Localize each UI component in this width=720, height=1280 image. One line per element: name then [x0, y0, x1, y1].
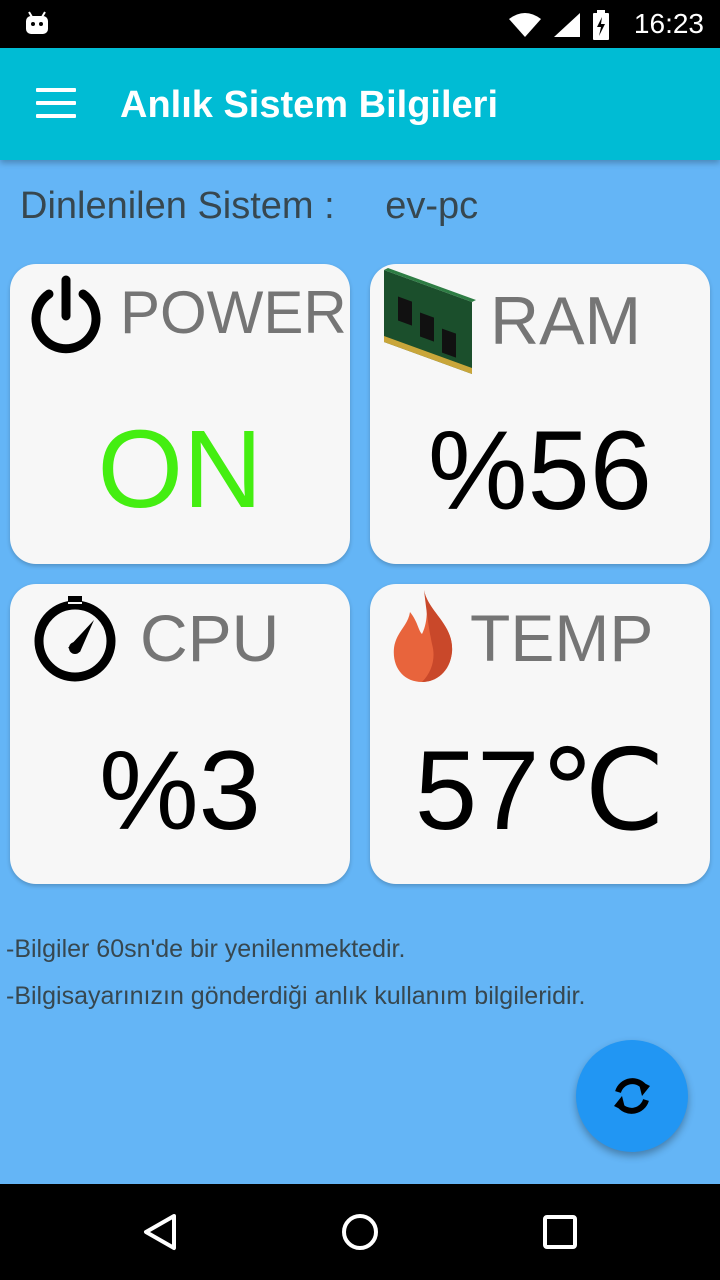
system-info-row: Dinlenilen Sistem : ev-pc [20, 185, 478, 228]
temp-card: TEMP 57℃ [370, 584, 710, 884]
temp-label: TEMP [470, 601, 654, 675]
ram-module-icon [384, 268, 476, 374]
power-value: ON [97, 408, 263, 531]
cpu-label: CPU [140, 601, 280, 675]
power-label: POWER [120, 279, 347, 346]
cpu-value: %3 [99, 728, 261, 853]
signal-icon [554, 13, 580, 37]
status-time: 16:23 [633, 8, 704, 39]
note-refresh-interval: -Bilgiler 60sn'de bir yenilenmektedir. [6, 935, 406, 963]
recents-icon[interactable] [542, 1212, 578, 1252]
menu-icon[interactable] [36, 88, 76, 118]
wifi-icon [509, 13, 541, 37]
refresh-icon [614, 1078, 650, 1114]
ram-label: RAM [490, 283, 642, 359]
temp-value: 57℃ [414, 728, 666, 853]
cpu-card: CPU %3 [10, 584, 350, 884]
page-title: Anlık Sistem Bilgileri [120, 84, 498, 126]
refresh-button[interactable] [576, 1040, 688, 1152]
android-icon [26, 11, 48, 34]
system-name: ev-pc [385, 185, 479, 227]
gauge-icon [34, 596, 116, 682]
ram-value: %56 [427, 408, 653, 533]
info-notes: -Bilgiler 60sn'de bir yenilenmektedir. -… [6, 935, 585, 1029]
flame-icon [393, 590, 453, 682]
app-bar: Anlık Sistem Bilgileri [0, 48, 720, 160]
status-bar: 16:23 [0, 0, 720, 48]
power-icon [31, 275, 101, 354]
note-usage-info: -Bilgisayarınızın gönderdiği anlık kulla… [6, 982, 586, 1010]
ram-card: RAM %56 [370, 264, 710, 564]
home-icon[interactable] [340, 1212, 380, 1252]
back-icon[interactable] [140, 1212, 180, 1252]
navigation-bar [0, 1184, 720, 1280]
battery-charging-icon [593, 10, 609, 40]
system-label: Dinlenilen Sistem : [20, 185, 335, 227]
power-card: POWER ON [10, 264, 350, 564]
